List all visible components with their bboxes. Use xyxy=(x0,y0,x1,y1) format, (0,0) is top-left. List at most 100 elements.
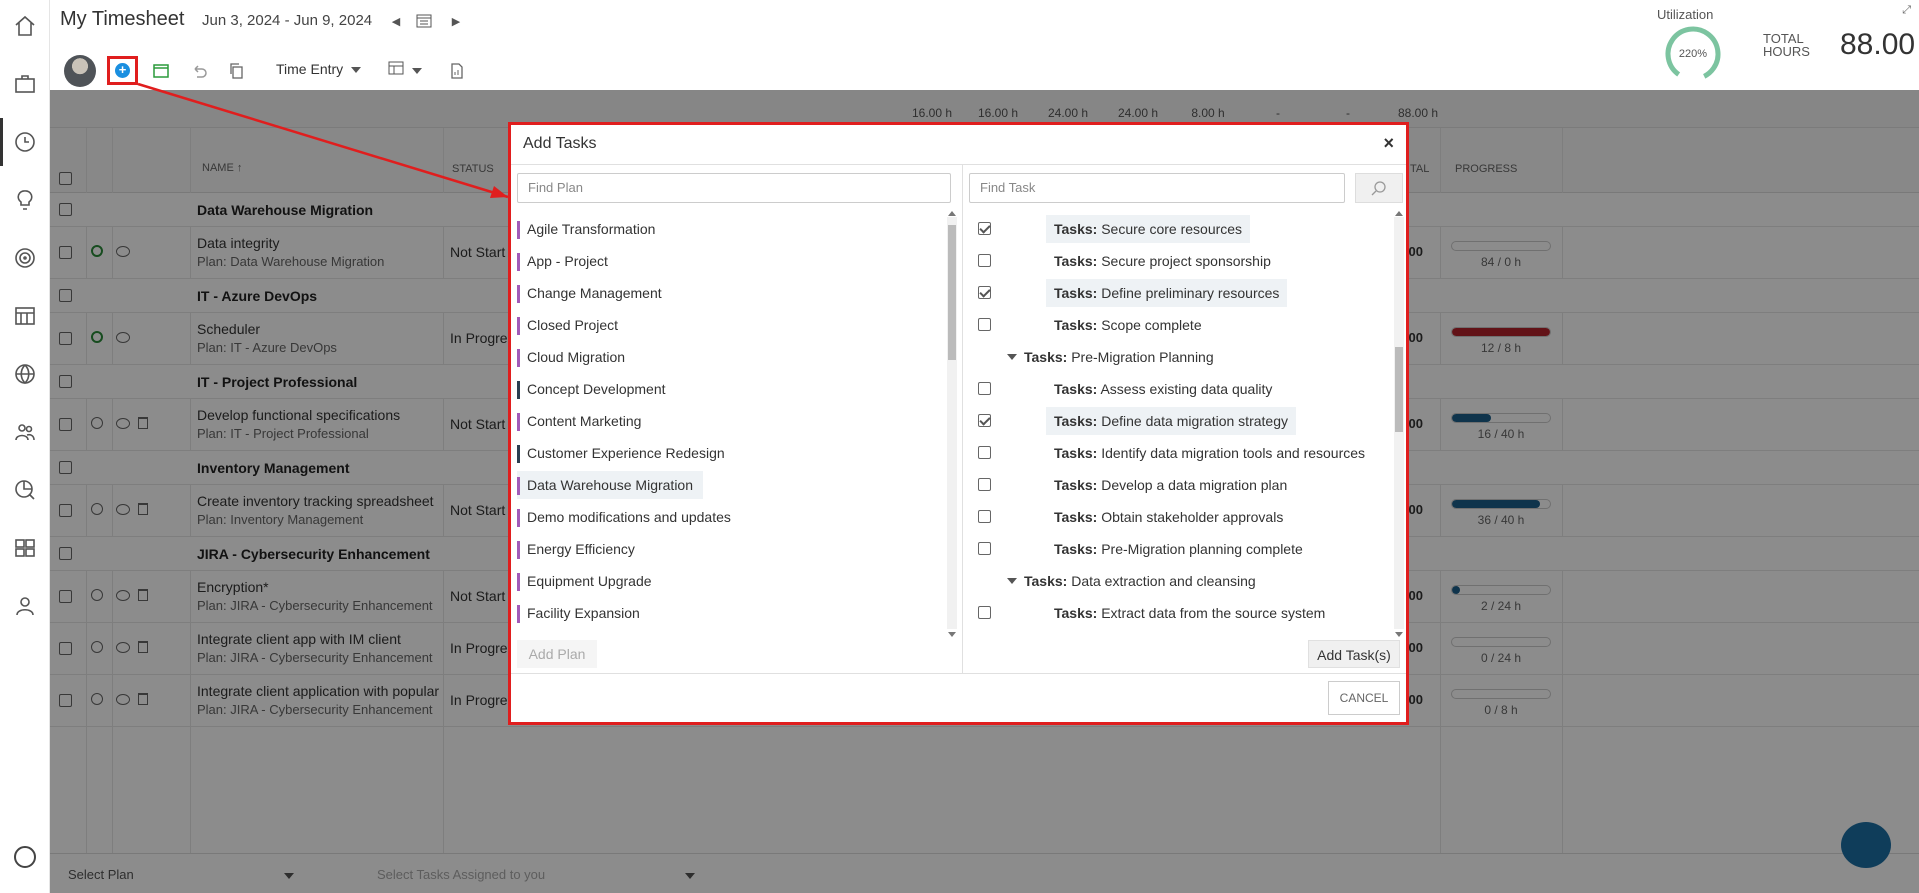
scroll-thumb[interactable] xyxy=(1395,347,1403,432)
task-checkbox[interactable] xyxy=(978,478,991,491)
view-mode-dropdown[interactable]: Time Entry xyxy=(276,61,362,77)
task-list-item[interactable]: Tasks: Obtain stakeholder approvals xyxy=(966,503,1386,531)
briefcase-icon[interactable] xyxy=(11,70,39,98)
undo-icon[interactable] xyxy=(188,60,210,82)
expand-icon[interactable]: ⤢ xyxy=(1902,4,1911,17)
task-name: Secure core resources xyxy=(1101,221,1243,237)
task-checkbox[interactable] xyxy=(978,510,991,523)
task-list-item[interactable]: Tasks: Define data migration strategy xyxy=(966,407,1386,435)
grid-icon xyxy=(388,61,404,75)
task-scrollbar[interactable] xyxy=(1394,217,1404,629)
collapse-icon[interactable] xyxy=(1007,354,1017,360)
help-icon[interactable] xyxy=(14,846,36,868)
clock-icon[interactable] xyxy=(11,128,39,156)
plan-list-item[interactable]: Agile Transformation xyxy=(517,215,655,243)
prev-week-icon[interactable]: ◀ xyxy=(386,11,406,31)
task-checkbox[interactable] xyxy=(978,414,991,427)
plan-list-item[interactable]: App - Project xyxy=(517,247,608,275)
scroll-down-icon[interactable] xyxy=(948,632,956,637)
plan-list-item[interactable]: Change Management xyxy=(517,279,662,307)
task-checkbox[interactable] xyxy=(978,382,991,395)
divider xyxy=(962,165,963,673)
task-checkbox[interactable] xyxy=(978,318,991,331)
task-name: Define data migration strategy xyxy=(1101,413,1288,429)
plan-color-bar xyxy=(517,349,520,367)
lightbulb-icon[interactable] xyxy=(11,186,39,214)
scroll-thumb[interactable] xyxy=(948,225,956,360)
search-button[interactable] xyxy=(1355,173,1403,203)
task-checkbox[interactable] xyxy=(978,606,991,619)
scroll-down-icon[interactable] xyxy=(1395,632,1403,637)
task-group-item[interactable]: Tasks: Pre-Migration Planning xyxy=(966,343,1386,371)
plan-list-item[interactable]: Facility Expansion xyxy=(517,599,640,627)
scroll-up-icon[interactable] xyxy=(1395,211,1403,216)
plan-color-bar xyxy=(517,285,520,303)
target-icon[interactable] xyxy=(11,244,39,272)
plan-list-item[interactable]: Customer Experience Redesign xyxy=(517,439,725,467)
divider xyxy=(511,164,1406,165)
plan-list-item[interactable]: Concept Development xyxy=(517,375,666,403)
plan-list-item[interactable]: Closed Project xyxy=(517,311,618,339)
task-list-item[interactable]: Tasks: Scope complete xyxy=(966,311,1386,339)
task-checkbox[interactable] xyxy=(978,542,991,555)
portfolio-icon[interactable] xyxy=(11,534,39,562)
task-list-item[interactable]: Tasks: Secure core resources xyxy=(966,215,1386,243)
globe-icon[interactable] xyxy=(11,360,39,388)
calendar-add-icon[interactable] xyxy=(150,60,172,82)
chevron-down-icon xyxy=(412,68,422,75)
task-list-item[interactable]: Tasks: Identify data migration tools and… xyxy=(966,439,1386,467)
plan-list-item[interactable]: Demo modifications and updates xyxy=(517,503,731,531)
search-icon xyxy=(1371,181,1386,196)
plan-list-item[interactable]: Energy Efficiency xyxy=(517,535,635,563)
report-icon[interactable] xyxy=(11,302,39,330)
calendar-icon[interactable] xyxy=(414,11,434,31)
task-list-item[interactable]: Tasks: Extract data from the source syst… xyxy=(966,599,1386,627)
next-week-icon[interactable]: ▶ xyxy=(446,11,466,31)
layout-dropdown[interactable] xyxy=(388,61,422,78)
task-checkbox[interactable] xyxy=(978,286,991,299)
user-icon[interactable] xyxy=(11,592,39,620)
task-list-item[interactable]: Tasks: Secure project sponsorship xyxy=(966,247,1386,275)
task-list-item[interactable]: Tasks: Assess existing data quality xyxy=(966,375,1386,403)
plan-name: App - Project xyxy=(527,253,608,269)
cancel-button[interactable]: CANCEL xyxy=(1328,681,1400,715)
task-label: Tasks: Define preliminary resources xyxy=(1046,279,1288,307)
task-list-item[interactable]: Tasks: Pre-Migration planning complete xyxy=(966,535,1386,563)
plan-color-bar xyxy=(517,317,520,335)
plan-color-bar xyxy=(517,221,520,239)
task-prefix: Tasks: xyxy=(1054,285,1098,301)
home-icon[interactable] xyxy=(11,12,39,40)
copy-icon[interactable] xyxy=(226,60,248,82)
task-name: Pre-Migration Planning xyxy=(1071,349,1214,365)
task-group-item[interactable]: Tasks: Data extraction and cleansing xyxy=(966,567,1386,595)
plan-list-item[interactable]: Equipment Upgrade xyxy=(517,567,652,595)
task-name: Develop a data migration plan xyxy=(1101,477,1288,493)
plan-list-item[interactable]: Data Warehouse Migration xyxy=(517,471,704,499)
team-icon[interactable] xyxy=(11,418,39,446)
task-checkbox[interactable] xyxy=(978,222,991,235)
plan-list-item[interactable]: Cloud Migration xyxy=(517,343,625,371)
task-checkbox[interactable] xyxy=(978,446,991,459)
task-prefix: Tasks: xyxy=(1054,445,1098,461)
plan-name: Cloud Migration xyxy=(527,349,626,365)
export-icon[interactable] xyxy=(446,60,468,82)
add-tasks-button[interactable]: Add Task(s) xyxy=(1308,640,1400,668)
task-prefix: Tasks: xyxy=(1024,573,1068,589)
find-task-input[interactable]: Find Task xyxy=(969,173,1345,203)
find-plan-input[interactable]: Find Plan xyxy=(517,173,951,203)
add-plan-button[interactable]: Add Plan xyxy=(517,640,597,668)
plan-list-item[interactable]: Content Marketing xyxy=(517,407,641,435)
analytics-icon[interactable] xyxy=(11,476,39,504)
collapse-icon[interactable] xyxy=(1007,578,1017,584)
plan-scrollbar[interactable] xyxy=(947,217,957,629)
task-checkbox[interactable] xyxy=(978,254,991,267)
close-icon[interactable]: × xyxy=(1383,133,1394,154)
task-list-item[interactable]: Tasks: Define preliminary resources xyxy=(966,279,1386,307)
scroll-up-icon[interactable] xyxy=(948,211,956,216)
task-list-item[interactable]: Tasks: Develop a data migration plan xyxy=(966,471,1386,499)
avatar[interactable] xyxy=(64,55,96,87)
add-task-button-highlight[interactable]: + xyxy=(107,56,138,85)
task-prefix: Tasks: xyxy=(1054,541,1098,557)
timesheet-header: My Timesheet Jun 3, 2024 - Jun 9, 2024 ◀… xyxy=(50,0,1919,90)
task-name: Obtain stakeholder approvals xyxy=(1101,509,1284,525)
